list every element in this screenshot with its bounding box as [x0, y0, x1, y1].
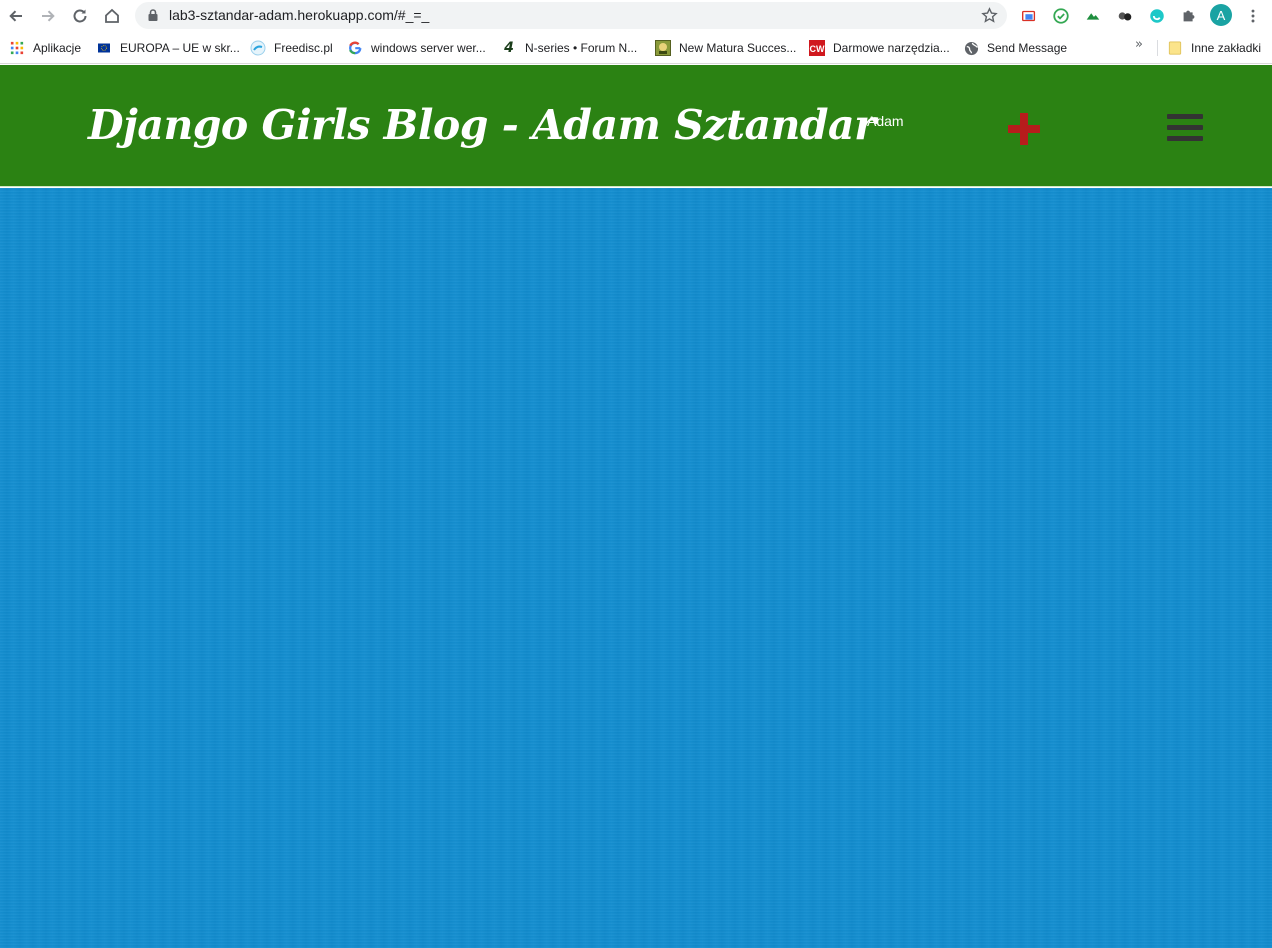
bookmark-label: N-series • Forum N... — [525, 41, 638, 55]
bookmark-label: Send Message — [987, 41, 1068, 55]
bookmark-new-matura[interactable]: New Matura Succes... — [655, 39, 796, 57]
eu-flag-icon — [96, 40, 112, 56]
bookmark-windows-server[interactable]: windows server wer... — [347, 39, 486, 57]
bookmarks-bar: Aplikacje EUROPA – UE w skr... Freedisc.… — [0, 32, 1272, 64]
bookmark-darmowe[interactable]: CW Darmowe narzędzia... — [809, 39, 950, 57]
profile-avatar[interactable]: A — [1210, 4, 1232, 26]
bookmark-other[interactable]: Inne zakładki — [1167, 39, 1261, 57]
plus-icon — [1008, 113, 1040, 145]
bookmark-label: Freedisc.pl — [274, 41, 333, 55]
cw-icon: CW — [809, 40, 825, 56]
n-series-icon: 4 — [504, 40, 514, 56]
bookmark-star-icon[interactable] — [981, 7, 998, 24]
bookmark-label: windows server wer... — [371, 41, 486, 55]
extension-refresh-icon[interactable] — [1147, 6, 1167, 26]
lock-icon — [148, 9, 158, 21]
bookmark-europa[interactable]: EUROPA – UE w skr... — [96, 39, 240, 57]
address-bar[interactable]: lab3-sztandar-adam.herokuapp.com/#_=_ — [135, 2, 1007, 29]
back-button[interactable] — [3, 3, 29, 29]
arrow-right-icon — [42, 10, 55, 22]
bookmark-send-message[interactable]: Send Message — [963, 39, 1067, 57]
puzzle-icon[interactable] — [1179, 6, 1199, 26]
bookmark-label: New Matura Succes... — [679, 41, 797, 55]
browser-toolbar: lab3-sztandar-adam.herokuapp.com/#_=_ A — [0, 0, 1272, 32]
bookmarks-divider — [1157, 40, 1158, 56]
bookmark-n-series[interactable]: 4 N-series • Forum N... — [501, 39, 637, 57]
extension-green-icon[interactable] — [1083, 6, 1103, 26]
bookmarks-overflow-button[interactable]: » — [1135, 37, 1143, 52]
forward-button[interactable] — [35, 3, 61, 29]
bookmark-apps[interactable]: Aplikacje — [9, 39, 81, 57]
svg-text:CW: CW — [810, 44, 825, 54]
content-area — [0, 188, 1272, 948]
arrow-left-icon — [9, 10, 22, 22]
menu-bar — [1167, 125, 1203, 130]
apps-grid-icon — [9, 40, 25, 56]
home-icon — [105, 8, 119, 23]
bookmark-label: Aplikacje — [33, 41, 82, 55]
folder-icon — [1167, 40, 1183, 56]
reload-button[interactable] — [67, 3, 93, 29]
site-header: Django Girls Blog - Adam Sztandar Adam — [0, 65, 1272, 187]
bookmark-freedisc[interactable]: Freedisc.pl — [250, 39, 333, 57]
hamburger-menu-icon[interactable] — [1167, 114, 1203, 144]
cast-icon[interactable] — [1019, 6, 1039, 26]
extension-balls-icon[interactable] — [1115, 6, 1135, 26]
bookmark-label: EUROPA – UE w skr... — [120, 41, 240, 55]
bookmark-label: Inne zakładki — [1191, 41, 1262, 55]
reload-icon — [73, 9, 87, 23]
kebab-menu-icon[interactable] — [1243, 6, 1263, 26]
matura-icon — [655, 40, 671, 56]
home-button[interactable] — [99, 3, 125, 29]
add-post-button[interactable] — [1007, 112, 1041, 146]
google-icon — [347, 40, 363, 56]
check-circle-icon[interactable] — [1051, 6, 1071, 26]
site-title-link[interactable]: Django Girls Blog - Adam Sztandar — [88, 101, 876, 149]
menu-bar — [1167, 136, 1203, 141]
bookmark-label: Darmowe narzędzia... — [833, 41, 950, 55]
freedisc-icon — [250, 40, 266, 56]
menu-bar — [1167, 114, 1203, 119]
url-text: lab3-sztandar-adam.herokuapp.com/#_=_ — [169, 7, 430, 23]
username-label: Adam — [867, 113, 904, 129]
globe-icon — [963, 40, 979, 56]
